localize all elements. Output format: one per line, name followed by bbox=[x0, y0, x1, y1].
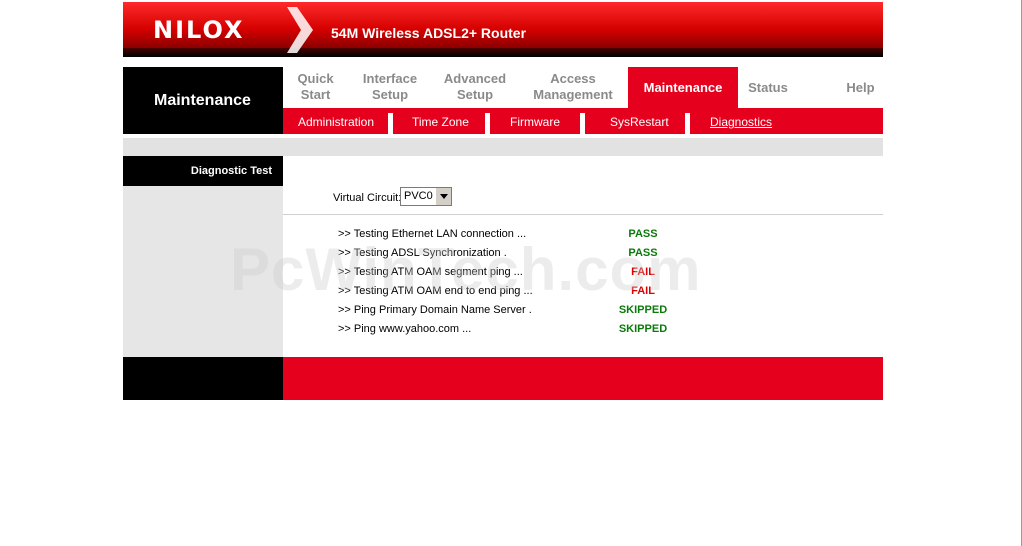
tab-access-management[interactable]: Access Management bbox=[523, 71, 623, 107]
subtab-separator bbox=[580, 113, 585, 134]
router-title: 54M Wireless ADSL2+ Router bbox=[331, 25, 527, 41]
section-title: Maintenance bbox=[154, 92, 251, 109]
nilox-logo: NILOX bbox=[153, 16, 245, 44]
virtual-circuit-value: PVC0 bbox=[404, 190, 433, 202]
content-header-bar bbox=[123, 138, 883, 156]
section-title-box: Maintenance bbox=[123, 67, 283, 134]
diagnostic-test-label-box: Diagnostic Test bbox=[123, 156, 283, 186]
subtab-firmware[interactable]: Firmware bbox=[510, 115, 560, 129]
test-row: >> Testing Ethernet LAN connection ... P… bbox=[338, 228, 858, 246]
test-result: PASS bbox=[628, 228, 658, 240]
test-name: >> Testing ATM OAM end to end ping ... bbox=[338, 285, 533, 297]
test-row: >> Testing ADSL Synchronization . PASS bbox=[338, 247, 858, 265]
header-banner: NILOX 54M Wireless ADSL2+ Router bbox=[123, 2, 883, 57]
test-row: >> Testing ATM OAM end to end ping ... F… bbox=[338, 285, 858, 303]
test-row: >> Testing ATM OAM segment ping ... FAIL bbox=[338, 266, 858, 284]
chevron-down-icon bbox=[440, 194, 448, 199]
test-result: FAIL bbox=[631, 266, 655, 278]
subtab-administration[interactable]: Administration bbox=[298, 115, 374, 129]
dropdown-button[interactable] bbox=[435, 188, 451, 205]
test-row: >> Ping Primary Domain Name Server . SKI… bbox=[338, 304, 858, 322]
test-result: SKIPPED bbox=[618, 304, 668, 316]
subtab-diagnostics[interactable]: Diagnostics bbox=[710, 115, 772, 129]
tab-label-line2: Setup bbox=[371, 87, 409, 102]
tab-label-line2: Setup bbox=[456, 87, 494, 102]
tab-label-line2: Management bbox=[533, 87, 613, 102]
subtab-separator bbox=[685, 113, 690, 134]
subtab-sysrestart[interactable]: SysRestart bbox=[610, 115, 669, 129]
diagnostic-test-label: Diagnostic Test bbox=[190, 165, 272, 177]
footer-right bbox=[283, 357, 883, 400]
subtab-time-zone[interactable]: Time Zone bbox=[412, 115, 469, 129]
tab-label-line1: Access bbox=[550, 71, 596, 86]
test-name: >> Testing Ethernet LAN connection ... bbox=[338, 228, 527, 240]
tab-help[interactable]: Help bbox=[838, 71, 883, 107]
test-row: >> Ping www.yahoo.com ... SKIPPED bbox=[338, 323, 858, 341]
arrow-icon bbox=[287, 7, 313, 53]
test-name: >> Ping www.yahoo.com ... bbox=[338, 323, 472, 335]
subtab-separator bbox=[388, 113, 393, 134]
main-nav-tabs: Quick Start Interface Setup Advanced Set… bbox=[283, 67, 883, 108]
test-name: >> Testing ADSL Synchronization . bbox=[338, 247, 507, 259]
tab-maintenance[interactable]: Maintenance bbox=[628, 67, 738, 108]
tab-quick-start[interactable]: Quick Start bbox=[288, 71, 343, 107]
virtual-circuit-select[interactable]: PVC0 bbox=[400, 187, 452, 206]
test-name: >> Ping Primary Domain Name Server . bbox=[338, 304, 532, 316]
footer-left bbox=[123, 357, 283, 400]
tab-status[interactable]: Status bbox=[738, 71, 798, 107]
sub-nav-bar: Administration Time Zone Firmware SysRes… bbox=[283, 108, 883, 134]
test-result: PASS bbox=[628, 247, 658, 259]
content-panel: Virtual Circuit: PVC0 >> Testing Etherne… bbox=[283, 156, 883, 357]
test-result: SKIPPED bbox=[618, 323, 668, 335]
test-result: FAIL bbox=[631, 285, 655, 297]
virtual-circuit-label: Virtual Circuit: bbox=[333, 192, 402, 204]
left-column: Diagnostic Test bbox=[123, 156, 283, 357]
tab-label-line1: Interface bbox=[362, 71, 418, 86]
divider bbox=[283, 214, 883, 215]
subtab-separator bbox=[485, 113, 490, 134]
tab-interface-setup[interactable]: Interface Setup bbox=[353, 71, 427, 107]
tab-label-line1: Quick bbox=[297, 71, 334, 86]
test-name: >> Testing ATM OAM segment ping ... bbox=[338, 266, 523, 278]
tab-label-line1: Advanced bbox=[443, 71, 507, 86]
header-shadow bbox=[123, 48, 883, 57]
tab-label-line2: Start bbox=[300, 87, 331, 102]
tab-advanced-setup[interactable]: Advanced Setup bbox=[438, 71, 512, 107]
